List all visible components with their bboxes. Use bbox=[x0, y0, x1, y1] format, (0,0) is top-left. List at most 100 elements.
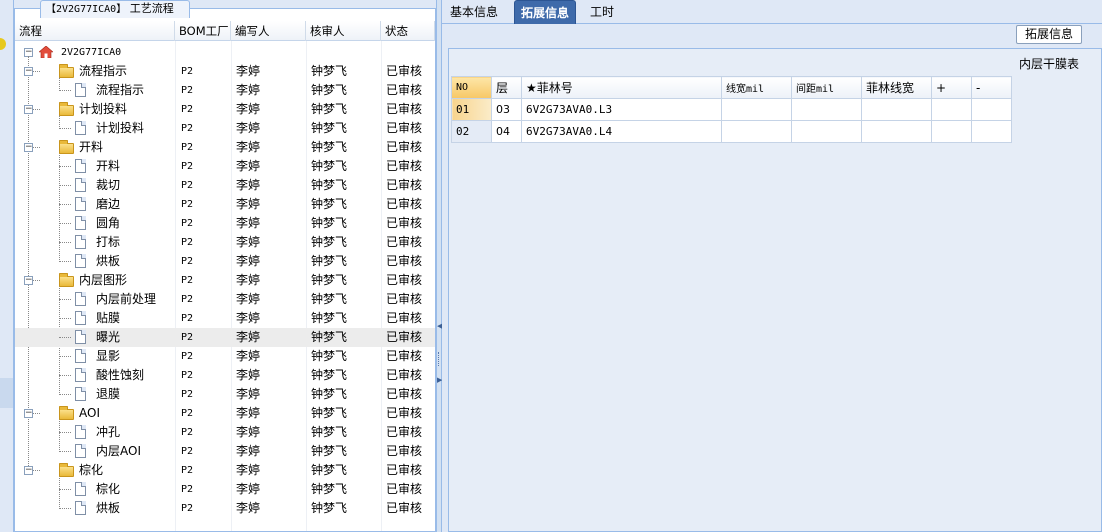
table-row[interactable]: 流程指示 P2 李婷 钟梦飞 已审核 bbox=[15, 81, 435, 100]
spacing-cell[interactable] bbox=[791, 120, 862, 143]
step-name: 裁切 bbox=[96, 178, 121, 192]
header-layer[interactable]: 层 bbox=[491, 76, 522, 99]
bom-factory-cell: P2 bbox=[181, 85, 194, 96]
inner-film-panel: 内层干膜表 NO 层 ★菲林号 线宽mil 间距mil 菲林线宽 + - 01 … bbox=[448, 48, 1102, 532]
header-film-number[interactable]: ★菲林号 bbox=[521, 76, 722, 99]
left-strip-highlight bbox=[0, 378, 13, 408]
line-width-cell[interactable] bbox=[721, 120, 792, 143]
collapse-icon[interactable]: − bbox=[24, 409, 33, 418]
writer-cell: 李婷 bbox=[236, 425, 261, 439]
bom-factory-cell: P2 bbox=[181, 427, 194, 438]
header-no[interactable]: NO bbox=[451, 76, 492, 99]
writer-cell: 李婷 bbox=[236, 387, 261, 401]
table-row[interactable]: 圆角 P2 李婷 钟梦飞 已审核 bbox=[15, 214, 435, 233]
part-code: 【2V2G77ICA0】 bbox=[46, 4, 127, 15]
film-line-width-cell[interactable] bbox=[861, 98, 932, 121]
document-icon bbox=[75, 349, 86, 363]
status-cell: 已审核 bbox=[386, 444, 423, 458]
header-add[interactable]: + bbox=[931, 76, 972, 99]
table-row[interactable]: 计划投料 P2 李婷 钟梦飞 已审核 bbox=[15, 119, 435, 138]
status-cell: 已审核 bbox=[386, 292, 423, 306]
tree-root-row[interactable]: − 2V2G77ICA0 bbox=[15, 43, 435, 62]
step-name: 计划投料 bbox=[79, 102, 128, 116]
remove-cell[interactable] bbox=[971, 120, 1012, 143]
reviewer-cell: 钟梦飞 bbox=[311, 140, 348, 154]
table-row[interactable]: − AOI P2 李婷 钟梦飞 已审核 bbox=[15, 404, 435, 423]
film-number-cell[interactable]: 6V2G73AVA0.L4 bbox=[521, 120, 722, 143]
bom-factory-cell: P2 bbox=[181, 275, 194, 286]
table-row[interactable]: 酸性蚀刻 P2 李婷 钟梦飞 已审核 bbox=[15, 366, 435, 385]
tree-branch-line bbox=[59, 128, 71, 129]
spacing-cell[interactable] bbox=[791, 98, 862, 121]
tab-work-hours[interactable]: 工时 bbox=[584, 0, 620, 24]
reviewer-cell: 钟梦飞 bbox=[311, 444, 348, 458]
extended-info-button[interactable]: 拓展信息 bbox=[1016, 25, 1082, 44]
table-row[interactable]: 内层前处理 P2 李婷 钟梦飞 已审核 bbox=[15, 290, 435, 309]
table-row[interactable]: 打标 P2 李婷 钟梦飞 已审核 bbox=[15, 233, 435, 252]
reviewer-cell: 钟梦飞 bbox=[311, 387, 348, 401]
writer-cell: 李婷 bbox=[236, 406, 261, 420]
table-row[interactable]: 冲孔 P2 李婷 钟梦飞 已审核 bbox=[15, 423, 435, 442]
collapse-icon[interactable]: − bbox=[24, 276, 33, 285]
header-film-line-width[interactable]: 菲林线宽 bbox=[861, 76, 932, 99]
table-row[interactable]: 磨边 P2 李婷 钟梦飞 已审核 bbox=[15, 195, 435, 214]
table-row[interactable]: − 内层图形 P2 李婷 钟梦飞 已审核 bbox=[15, 271, 435, 290]
folder-icon bbox=[59, 463, 74, 477]
splitter-grip[interactable] bbox=[438, 352, 441, 366]
table-row[interactable]: − 开料 P2 李婷 钟梦飞 已审核 bbox=[15, 138, 435, 157]
bom-factory-cell: P2 bbox=[181, 313, 194, 324]
table-row[interactable]: 显影 P2 李婷 钟梦飞 已审核 bbox=[15, 347, 435, 366]
add-cell[interactable] bbox=[931, 98, 972, 121]
tab-extended-info[interactable]: 拓展信息 bbox=[514, 0, 577, 24]
column-header-reviewer[interactable]: 核审人 bbox=[306, 21, 381, 41]
writer-cell: 李婷 bbox=[236, 254, 261, 268]
column-header-writer[interactable]: 编写人 bbox=[231, 21, 306, 41]
column-header-flow[interactable]: 流程 bbox=[15, 21, 175, 41]
table-row[interactable]: 内层AOI P2 李婷 钟梦飞 已审核 bbox=[15, 442, 435, 461]
collapse-icon[interactable]: − bbox=[24, 143, 33, 152]
film-line-width-cell[interactable] bbox=[861, 120, 932, 143]
bom-factory-cell: P2 bbox=[181, 237, 194, 248]
collapse-icon[interactable]: − bbox=[24, 466, 33, 475]
header-remove[interactable]: - bbox=[971, 76, 1012, 99]
process-flow-tab[interactable]: 【2V2G77ICA0】 工艺流程 bbox=[40, 0, 190, 18]
table-row[interactable]: − 计划投料 P2 李婷 钟梦飞 已审核 bbox=[15, 100, 435, 119]
column-header-status[interactable]: 状态 bbox=[381, 21, 435, 41]
table-row[interactable]: 开料 P2 李婷 钟梦飞 已审核 bbox=[15, 157, 435, 176]
status-cell: 已审核 bbox=[386, 197, 423, 211]
bom-factory-cell: P2 bbox=[181, 446, 194, 457]
header-line-width[interactable]: 线宽mil bbox=[721, 76, 792, 99]
reviewer-cell: 钟梦飞 bbox=[311, 178, 348, 192]
table-row[interactable]: 贴膜 P2 李婷 钟梦飞 已审核 bbox=[15, 309, 435, 328]
add-cell[interactable] bbox=[931, 120, 972, 143]
table-row[interactable]: 02 04 6V2G73AVA0.L4 bbox=[451, 120, 1012, 143]
status-cell: 已审核 bbox=[386, 140, 423, 154]
layer-cell[interactable]: 04 bbox=[491, 120, 522, 143]
table-row[interactable]: 裁切 P2 李婷 钟梦飞 已审核 bbox=[15, 176, 435, 195]
film-number-cell[interactable]: 6V2G73AVA0.L3 bbox=[521, 98, 722, 121]
inner-film-header-row: NO 层 ★菲林号 线宽mil 间距mil 菲林线宽 + - bbox=[451, 76, 1012, 99]
table-row[interactable]: 棕化 P2 李婷 钟梦飞 已审核 bbox=[15, 480, 435, 499]
collapse-icon[interactable]: − bbox=[24, 67, 33, 76]
home-icon bbox=[39, 46, 53, 58]
table-row[interactable]: 01 03 6V2G73AVA0.L3 bbox=[451, 98, 1012, 121]
remove-cell[interactable] bbox=[971, 98, 1012, 121]
table-row[interactable]: − 棕化 P2 李婷 钟梦飞 已审核 bbox=[15, 461, 435, 480]
table-row[interactable]: 烘板 P2 李婷 钟梦飞 已审核 bbox=[15, 499, 435, 518]
table-row[interactable]: 曝光 P2 李婷 钟梦飞 已审核 bbox=[15, 328, 435, 347]
status-cell: 已审核 bbox=[386, 330, 423, 344]
reviewer-cell: 钟梦飞 bbox=[311, 501, 348, 515]
tab-basic-info[interactable]: 基本信息 bbox=[444, 0, 504, 24]
header-spacing[interactable]: 间距mil bbox=[791, 76, 862, 99]
table-row[interactable]: 退膜 P2 李婷 钟梦飞 已审核 bbox=[15, 385, 435, 404]
line-width-cell[interactable] bbox=[721, 98, 792, 121]
table-row[interactable]: 烘板 P2 李婷 钟梦飞 已审核 bbox=[15, 252, 435, 271]
left-edge-strip bbox=[0, 0, 14, 532]
status-cell: 已审核 bbox=[386, 121, 423, 135]
layer-cell[interactable]: 03 bbox=[491, 98, 522, 121]
collapse-icon[interactable]: − bbox=[24, 105, 33, 114]
step-name: 冲孔 bbox=[96, 425, 121, 439]
table-row[interactable]: − 流程指示 P2 李婷 钟梦飞 已审核 bbox=[15, 62, 435, 81]
document-icon bbox=[75, 387, 86, 401]
column-header-bom[interactable]: BOM工厂 bbox=[175, 21, 231, 41]
